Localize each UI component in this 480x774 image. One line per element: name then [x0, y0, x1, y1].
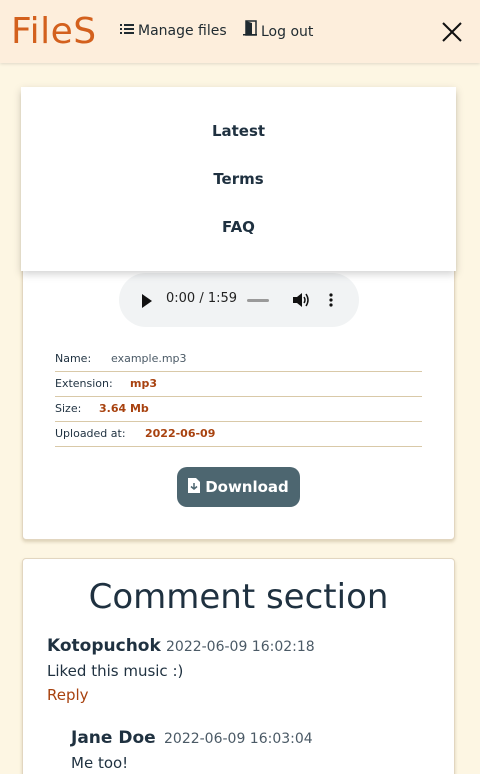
- reply-date: 2022-06-09 16:03:04: [164, 731, 313, 747]
- reply-text: Me too!: [71, 754, 129, 772]
- manage-files-link[interactable]: Manage files: [120, 20, 227, 42]
- volume-icon[interactable]: [292, 292, 310, 312]
- close-menu-button[interactable]: [440, 20, 464, 44]
- top-header: FileS Manage files Log out: [0, 0, 480, 63]
- file-size-value: 3.64 Mb: [99, 402, 149, 415]
- comment-text: Liked this music :): [47, 662, 184, 680]
- close-icon: [442, 22, 462, 42]
- comment-section-title: Comment section: [88, 577, 389, 617]
- file-extension-row: Extension: mp3: [55, 372, 422, 397]
- file-size-label: Size:: [55, 402, 82, 415]
- play-icon[interactable]: [141, 293, 153, 312]
- file-uploaded-label: Uploaded at:: [55, 427, 126, 440]
- file-size-row: Size: 3.64 Mb: [55, 397, 422, 422]
- menu-item-faq[interactable]: FAQ: [21, 218, 456, 236]
- audio-progress-bar[interactable]: [247, 299, 269, 302]
- file-extension-value: mp3: [130, 377, 157, 390]
- file-download-icon: [188, 477, 201, 497]
- file-uploaded-value: 2022-06-09: [145, 427, 216, 440]
- site-logo[interactable]: FileS: [11, 10, 97, 54]
- download-label: Download: [205, 478, 289, 496]
- manage-files-label: Manage files: [138, 23, 227, 39]
- log-out-label: Log out: [261, 23, 314, 40]
- audio-player[interactable]: 0:00 / 1:59: [119, 273, 359, 327]
- audio-time: 0:00 / 1:59: [166, 291, 238, 306]
- list-icon: [120, 20, 134, 42]
- comment-date: 2022-06-09 16:02:18: [166, 639, 315, 655]
- file-name-value: example.mp3: [111, 352, 187, 365]
- file-name-label: Name:: [55, 352, 92, 365]
- log-out-link[interactable]: Log out: [243, 20, 313, 43]
- file-uploaded-row: Uploaded at: 2022-06-09: [55, 422, 422, 447]
- menu-item-latest[interactable]: Latest: [21, 122, 456, 140]
- comment-author: Kotopuchok: [47, 636, 161, 656]
- reply-link[interactable]: Reply: [47, 686, 89, 704]
- menu-item-terms[interactable]: Terms: [21, 170, 456, 188]
- download-button[interactable]: Download: [177, 467, 300, 507]
- more-options-icon[interactable]: [329, 292, 333, 312]
- reply-author: Jane Doe: [71, 728, 156, 748]
- file-extension-label: Extension:: [55, 377, 113, 390]
- door-icon: [243, 20, 257, 43]
- nav-dropdown-menu: Latest Terms FAQ: [21, 87, 456, 271]
- file-name-row: Name: example.mp3: [55, 347, 422, 372]
